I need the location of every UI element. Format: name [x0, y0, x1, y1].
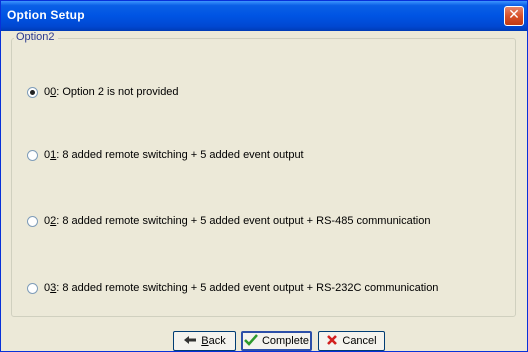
button-row: Back Complete Cancel [1, 331, 528, 351]
cancel-label: Cancel [342, 335, 377, 347]
back-button[interactable]: Back [173, 331, 236, 351]
complete-button[interactable]: Complete [241, 331, 312, 351]
checkmark-icon [244, 333, 258, 349]
back-label: ack [208, 335, 226, 347]
radio-button[interactable] [27, 149, 38, 161]
option-label: : 8 added remote switching + 5 added eve… [56, 215, 431, 227]
option-code: 02 [44, 215, 57, 227]
close-icon: ✕ [508, 7, 520, 23]
title-bar[interactable]: Option Setup ✕ [1, 1, 527, 31]
back-arrow-icon [183, 334, 197, 348]
option-01[interactable]: 01: 8 added remote switching + 5 added e… [27, 149, 304, 161]
option-code: 03 [44, 282, 57, 294]
window-title: Option Setup [7, 8, 85, 22]
option-code: 01 [44, 149, 57, 161]
radio-button[interactable] [27, 86, 38, 98]
group-legend: Option2 [14, 31, 58, 43]
option-setup-window: Option Setup ✕ Option2 00: Option 2 is n… [0, 0, 528, 352]
option-label: : 8 added remote switching + 5 added eve… [56, 282, 439, 294]
cancel-button[interactable]: Cancel [318, 331, 385, 351]
red-x-icon [326, 334, 338, 349]
radio-button[interactable] [27, 215, 38, 227]
option-code: 00 [44, 86, 57, 98]
option-label: : Option 2 is not provided [56, 86, 179, 98]
close-button[interactable]: ✕ [504, 6, 524, 26]
option-02[interactable]: 02: 8 added remote switching + 5 added e… [27, 215, 430, 227]
complete-label: Complete [261, 335, 310, 347]
option-label: : 8 added remote switching + 5 added eve… [56, 149, 304, 161]
radio-button[interactable] [27, 282, 38, 294]
option-00[interactable]: 00: Option 2 is not provided [27, 86, 179, 98]
option-03[interactable]: 03: 8 added remote switching + 5 added e… [27, 282, 438, 294]
back-accel: B [201, 335, 209, 347]
option2-group: Option2 00: Option 2 is not provided 01:… [11, 31, 516, 317]
